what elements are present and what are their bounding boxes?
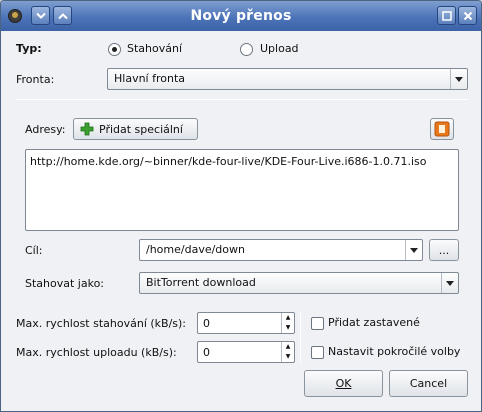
radio-download[interactable] [108,43,121,56]
add-special-button[interactable]: Přidat speciální [73,118,198,140]
type-label: Typ: [16,42,42,55]
add-special-label: Přidat speciální [99,122,183,136]
download-speed-label: Max. rychlost stahování (kB/s): [16,317,187,330]
download-speed-spinbox[interactable]: 0 ▲ ▼ [197,312,295,334]
address-line: http://home.kde.org/~binner/kde-four-liv… [30,155,427,168]
radio-download-label[interactable]: Stahování [127,42,182,55]
queue-label: Fronta: [16,73,55,86]
spin-down-icon[interactable]: ▼ [282,352,294,362]
radio-upload[interactable] [240,43,253,56]
spin-down-icon[interactable]: ▼ [282,323,294,333]
clear-list-icon [434,121,450,137]
upload-speed-label: Max. rychlost uploadu (kB/s): [16,346,177,359]
spin-arrows[interactable]: ▲ ▼ [281,342,294,362]
window-title: Nový přenos [190,8,292,24]
cancel-label: Cancel [409,377,448,390]
browse-label: ... [438,243,450,257]
title-bar[interactable]: Nový přenos [1,1,481,31]
download-as-label: Stahovat jako: [25,277,105,290]
download-as-select[interactable]: BitTorrent download [139,272,459,294]
spin-arrows[interactable]: ▲ ▼ [281,313,294,333]
addresses-textarea[interactable]: http://home.kde.org/~binner/kde-four-liv… [25,149,459,231]
queue-value: Hlavní fronta [114,72,186,85]
close-icon [463,11,472,20]
spin-up-icon[interactable]: ▲ [282,313,294,323]
clear-addresses-button[interactable] [430,118,454,140]
maximize-button[interactable] [437,6,456,25]
advanced-options-label[interactable]: Nastavit pokročilé volby [328,345,460,358]
upload-speed-spinbox[interactable]: 0 ▲ ▼ [197,341,295,363]
ok-label: OK [335,377,352,390]
spin-up-icon[interactable]: ▲ [282,342,294,352]
target-label: Cíl: [25,244,43,257]
add-stopped-label[interactable]: Přidat zastavené [328,316,420,329]
dropdown-arrow-icon[interactable] [450,69,467,89]
target-path-input[interactable]: /home/dave/down [139,239,423,261]
download-speed-value: 0 [203,317,210,330]
options-separator [300,311,301,363]
browse-button[interactable]: ... [429,239,459,261]
advanced-options-checkbox[interactable] [311,346,324,359]
dialog-window: Nový přenos Typ: Stahování Upload Fronta… [0,0,482,412]
section-divider [16,99,468,100]
queue-select[interactable]: Hlavní fronta [107,68,468,90]
radio-upload-label[interactable]: Upload [260,42,299,55]
dropdown-arrow-icon[interactable] [405,240,422,260]
cancel-button[interactable]: Cancel [389,370,468,397]
target-path-value: /home/dave/down [146,243,245,256]
add-stopped-checkbox[interactable] [311,317,324,330]
upload-speed-value: 0 [203,346,210,359]
maximize-icon [441,10,452,21]
download-as-value: BitTorrent download [146,276,256,289]
close-button[interactable] [458,6,477,25]
plus-icon [80,122,94,136]
ok-button[interactable]: OK [304,370,383,397]
addresses-label: Adresy: [25,123,66,136]
dropdown-arrow-icon[interactable] [441,273,458,293]
